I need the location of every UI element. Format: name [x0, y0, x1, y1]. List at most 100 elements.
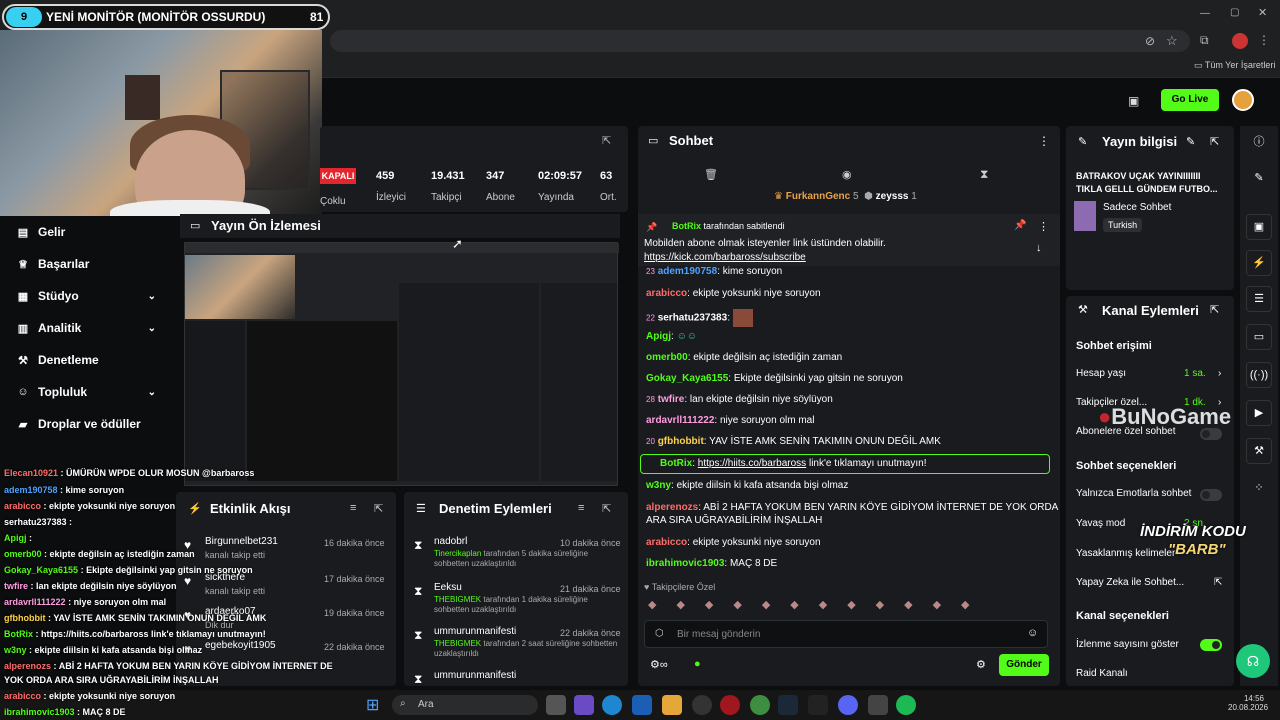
pencil-icon[interactable]: ✎	[1246, 166, 1272, 192]
browser-menu-icon[interactable]: ⋮	[1258, 33, 1270, 47]
sidebar-item-droplar[interactable]: ▰ Droplar ve ödüller	[0, 408, 172, 440]
sidebar-item-gelir[interactable]: ▤ Gelir	[0, 216, 172, 248]
pin-menu-icon[interactable]: ⋮	[1038, 220, 1049, 233]
chat-message: 23 adem190758: kime soruyon	[646, 266, 783, 277]
chrome-icon[interactable]	[750, 695, 770, 715]
chat-message: arabicco: ekipte yoksunki niye soruyon	[646, 288, 821, 299]
expand-icon[interactable]: ⇱	[602, 134, 611, 147]
expand-icon[interactable]: ⇱	[1210, 303, 1219, 316]
stream-preview-video[interactable]	[184, 242, 619, 486]
unpin-icon[interactable]: 📌	[1014, 220, 1026, 231]
studio-icon[interactable]: ▣	[1246, 214, 1272, 240]
support-chat-icon[interactable]: ☊	[1236, 644, 1270, 678]
opera-icon[interactable]	[720, 695, 740, 715]
hex-icon: ⬢	[864, 191, 876, 202]
copilot-icon[interactable]	[574, 695, 594, 715]
sidebar-item-studyo[interactable]: ▦ Stüdyo ⌄	[0, 280, 172, 312]
sidebar-item-denetleme[interactable]: ⚒ Denetleme	[0, 344, 172, 376]
studio-icon[interactable]: ▣	[1128, 94, 1139, 108]
right-toolbar: ⓘ ✎ ▣ ⚡ ☰ ▭ ((·)) ▶ ⚒ ⁘	[1240, 126, 1278, 686]
taskbar-search[interactable]: ⌕ Ara	[392, 695, 538, 715]
chart-icon: ▥	[17, 322, 29, 335]
edge-icon[interactable]	[602, 695, 622, 715]
expand-icon[interactable]: ⇱	[602, 502, 611, 515]
pinned-link[interactable]: https://kick.com/barbaross/subscribe	[644, 252, 806, 263]
tag-badge: Turkish	[1103, 218, 1143, 232]
edit-icon[interactable]: ✎	[1186, 135, 1195, 148]
explorer-icon[interactable]	[662, 695, 682, 715]
chat-settings-icon[interactable]: ⚙∞	[650, 658, 668, 671]
expand-icon[interactable]: ⇱	[374, 502, 383, 515]
sidebar-nav: ▤ Gelir ♕ Başarılar ▦ Stüdyo ⌄ ▥ Analitik ⌄ ⚒ D…	[0, 216, 172, 440]
emoji-icon[interactable]: ☺	[1027, 627, 1038, 639]
view-count-toggle[interactable]	[1200, 639, 1222, 651]
extensions-icon[interactable]: ⧉	[1200, 33, 1209, 48]
address-bar[interactable]	[330, 30, 1190, 52]
setting-row[interactable]: Raid Kanalı	[1076, 668, 1224, 679]
hourglass-icon[interactable]: ⧗	[980, 167, 988, 182]
discord-icon[interactable]	[838, 695, 858, 715]
all-bookmarks[interactable]: ▭ Tüm Yer İşaretleri	[1194, 60, 1275, 71]
steam-icon[interactable]	[778, 695, 798, 715]
maximize-icon[interactable]: ▢	[1230, 7, 1239, 18]
video-icon[interactable]: ▶	[1246, 400, 1272, 426]
close-icon[interactable]: ✕	[1258, 6, 1267, 19]
minimize-icon[interactable]: —	[1200, 8, 1210, 19]
xbox-icon[interactable]	[692, 695, 712, 715]
heart-icon: ♥	[644, 582, 652, 592]
trophy-icon: ♕	[18, 258, 28, 271]
external-link-icon: ⇱	[1214, 577, 1223, 588]
filter-icon[interactable]: ≡	[578, 502, 584, 514]
next-icon[interactable]	[808, 695, 828, 715]
app-icon[interactable]	[868, 695, 888, 715]
task-view-icon[interactable]	[546, 695, 566, 715]
apps-icon[interactable]: ⁘	[1246, 476, 1272, 502]
setting-row[interactable]: Hesap yaşı 1 sa. ›	[1076, 368, 1224, 379]
stream-info-panel: ✎ Yayın bilgisi ✎ ⇱ BATRAKOV UÇAK YAYINI…	[1066, 126, 1234, 290]
sidebar-item-analitik[interactable]: ▥ Analitik ⌄	[0, 312, 172, 344]
stat-uptime-label: Yayında	[538, 192, 574, 203]
chat-message: alperenozs: ABİ 2 HAFTA YOKUM BEN YARIN …	[646, 502, 1059, 526]
speech-icon[interactable]: ◉	[842, 168, 852, 181]
send-button[interactable]: Gönder	[999, 654, 1049, 676]
info-icon[interactable]: ⓘ	[1246, 130, 1272, 156]
bolt-icon[interactable]: ⚡	[1246, 250, 1272, 276]
video-icon: ▭	[190, 220, 201, 232]
sidebar-item-basarilar[interactable]: ♕ Başarılar	[0, 248, 172, 280]
hide-icon[interactable]: ⊘	[1145, 34, 1155, 48]
people-icon: ☺	[17, 386, 29, 398]
outlook-icon[interactable]	[632, 695, 652, 715]
expand-icon[interactable]: ⇱	[1210, 135, 1219, 148]
gear-icon[interactable]: ⚙	[976, 658, 986, 671]
trash-icon[interactable]: 🗑	[704, 168, 718, 181]
kick-coin-icon[interactable]: ●	[694, 658, 701, 670]
profile-avatar[interactable]	[1232, 33, 1248, 49]
wrench-icon: ⚒	[1078, 304, 1088, 316]
chat-menu-icon[interactable]: ⋮	[1038, 134, 1050, 148]
chat-message: 28 twfire: lan ekipte değilsin niye söyl…	[646, 394, 833, 405]
chat-message: ibrahimovic1903: MAÇ 8 DE	[646, 558, 778, 569]
chevron-down-icon: ⌄	[147, 322, 156, 334]
spotify-icon[interactable]	[896, 695, 916, 715]
chat-icon[interactable]: ▭	[1246, 324, 1272, 350]
hammer-icon[interactable]: ⚒	[1246, 438, 1272, 464]
user-avatar[interactable]	[1232, 89, 1254, 111]
stat-viewers-label: İzleyici	[376, 192, 407, 203]
list-icon[interactable]: ☰	[1246, 286, 1272, 312]
collapse-icon[interactable]: ↓	[1036, 242, 1042, 254]
setting-row[interactable]: Yapay Zeka ile Sohbet... ⇱	[1076, 577, 1224, 588]
emote-only-toggle[interactable]	[1200, 489, 1222, 501]
windows-start-icon[interactable]: ⊞	[366, 695, 379, 715]
hourglass-icon: ⧗	[414, 628, 423, 642]
stat-uptime-value: 02:09:57	[538, 170, 583, 182]
sidebar-item-topluluk[interactable]: ☺ Topluluk ⌄	[0, 376, 172, 408]
broadcast-icon[interactable]: ((·))	[1246, 362, 1272, 388]
emote-bar[interactable]: ◆◆◆◆◆◆◆◆◆◆◆◆	[648, 598, 1048, 614]
shield-icon: ⬡	[655, 628, 664, 639]
filter-icon[interactable]: ≡	[350, 502, 356, 514]
chat-input[interactable]: ⬡ Bir mesaj gönderin ☺	[644, 620, 1048, 648]
chat-bubble-icon: ▭	[648, 135, 659, 147]
star-icon[interactable]: ☆	[1166, 33, 1178, 49]
go-live-button[interactable]: Go Live	[1161, 89, 1219, 111]
stream-goal-banner: 9 YENİ MONİTÖR (MONİTÖR OSSURDU) 81	[2, 4, 330, 30]
